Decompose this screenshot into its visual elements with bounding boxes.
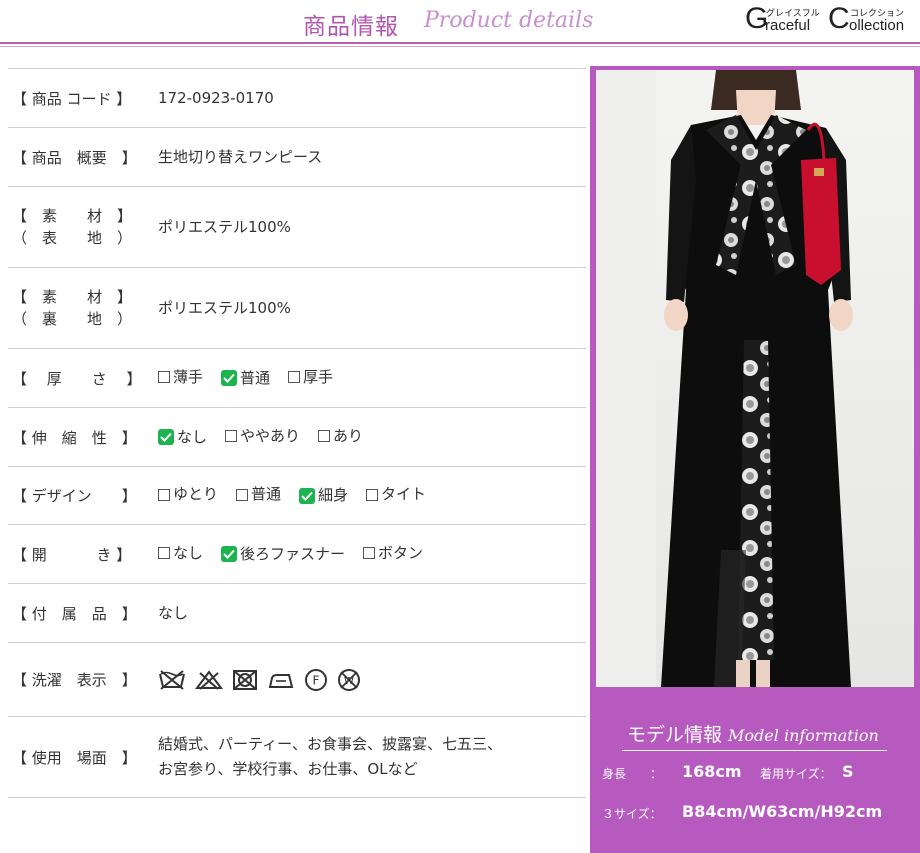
spec-value: 172-0923-0170 — [158, 88, 274, 107]
no-bleach-icon — [195, 669, 223, 690]
spec-value: ポリエステル100% — [158, 217, 291, 236]
option-group: なし 後ろファスナー ボタン — [158, 541, 441, 568]
spec-label: 【 素 材 】 （ 裏 地 ） — [12, 288, 133, 328]
option-unchecked: 普通 — [236, 482, 281, 507]
spec-row-thickness: 【 厚 さ 】 薄手 普通 厚手 — [8, 348, 586, 407]
option-label: ややあり — [240, 426, 301, 445]
option-group: なし ややあり あり — [158, 424, 381, 451]
checkmark-icon — [299, 487, 316, 504]
option-checked: 細身 — [299, 483, 348, 508]
option-unchecked: 厚手 — [288, 365, 333, 390]
option-checked: なし — [158, 425, 207, 450]
option-unchecked: 薄手 — [158, 365, 203, 390]
spec-label: 【 素 材 】 （ 表 地 ） — [12, 207, 133, 247]
spec-row-care: 【 洗濯 表示 】 F W — [8, 642, 586, 716]
spec-row-code: 【 商品 コード 】 172-0923-0170 — [8, 68, 586, 127]
spec-value: 結婚式、パーティー、お食事会、披露宴、七五三、 お宮参り、学校行事、お仕事、OL… — [158, 735, 502, 778]
spec-table: 【 商品 コード 】 172-0923-0170 【 商品 概要 】 生地切り替… — [8, 68, 586, 798]
no-wash-icon — [159, 669, 185, 690]
spec-row-summary: 【 商品 概要 】 生地切り替えワンピース — [8, 127, 586, 186]
model-dress-image — [596, 70, 914, 687]
option-label: なし — [173, 543, 204, 562]
header-divider-thin — [0, 46, 920, 47]
checkmark-icon — [158, 429, 174, 446]
no-wet-clean-icon: W — [338, 668, 360, 691]
option-checked: 普通 — [221, 366, 270, 391]
spec-value: ポリエステル100% — [158, 298, 291, 317]
height-label: 身長 ： — [602, 767, 663, 781]
spec-label: 【 厚 さ 】 — [12, 369, 142, 388]
brand-logo: G グレイスフル raceful C コレクション ollection — [745, 2, 905, 35]
option-label: 厚手 — [303, 367, 334, 386]
spec-label: 【 商品 概要 】 — [12, 148, 137, 167]
checkbox-empty-icon — [158, 371, 170, 384]
spec-row-material-outer: 【 素 材 】 （ 表 地 ） ポリエステル100% — [8, 186, 586, 267]
spec-value: 生地切り替えワンピース — [158, 147, 323, 166]
spec-label: 【 付 属 品 】 — [12, 604, 137, 623]
spec-row-opening: 【 開 き 】 なし 後ろファスナー ボタン — [8, 524, 586, 583]
size-value: S — [842, 762, 854, 781]
dry-clean-f-icon: F — [305, 668, 327, 691]
option-label: ボタン — [378, 543, 424, 562]
page-title-en: Product details — [424, 8, 594, 33]
checkbox-empty-icon — [288, 371, 301, 384]
low-iron-icon — [268, 673, 294, 688]
checkbox-empty-icon — [366, 488, 379, 501]
svg-text:F: F — [313, 673, 320, 687]
spec-label: 【 伸 縮 性 】 — [12, 428, 137, 447]
checkbox-empty-icon — [236, 488, 249, 501]
option-unchecked: あり — [318, 424, 363, 449]
checkbox-empty-icon — [318, 430, 331, 443]
spec-row-stretch: 【 伸 縮 性 】 なし ややあり あり — [8, 407, 586, 466]
option-label: 後ろファスナー — [240, 544, 346, 563]
checkbox-empty-icon — [158, 488, 170, 501]
model-info-divider — [622, 750, 887, 751]
option-checked: 後ろファスナー — [221, 542, 345, 567]
option-label: タイト — [381, 485, 427, 504]
option-unchecked: なし — [158, 541, 203, 566]
page-title: 商品情報 — [303, 14, 399, 40]
spec-row-material-lining: 【 素 材 】 （ 裏 地 ） ポリエステル100% — [8, 267, 586, 348]
option-label: 普通 — [251, 485, 282, 504]
spec-label: 【 デザイン 】 — [12, 487, 137, 505]
checkbox-empty-icon — [225, 430, 238, 443]
option-label: 細身 — [318, 486, 349, 505]
option-unchecked: タイト — [366, 482, 426, 507]
checkbox-empty-icon — [158, 547, 170, 560]
option-unchecked: ゆとり — [158, 482, 218, 507]
spec-label: 【 洗濯 表示 】 — [12, 671, 137, 689]
three-size-label: ３サイズ： — [602, 807, 662, 821]
header-divider — [0, 42, 920, 44]
no-tumble-dry-icon — [233, 669, 257, 690]
checkbox-empty-icon — [363, 547, 376, 560]
option-unchecked: ボタン — [363, 541, 423, 566]
spec-label: 【 開 き 】 — [12, 545, 132, 564]
model-panel: モデル情報 Model information 身長 ： 168cm 着用サイズ：… — [590, 66, 920, 853]
option-label: あり — [333, 426, 364, 445]
checkmark-icon — [221, 546, 238, 563]
size-label: 着用サイズ： — [760, 767, 832, 781]
option-label: ゆとり — [173, 485, 219, 504]
spec-value: なし — [158, 603, 189, 622]
product-photo — [596, 70, 914, 687]
spec-row-occasions: 【 使用 場面 】 結婚式、パーティー、お食事会、披露宴、七五三、 お宮参り、学… — [8, 716, 586, 798]
three-size-value: B84cm/W63cm/H92cm — [682, 802, 883, 821]
option-unchecked: ややあり — [225, 424, 300, 449]
option-group: 薄手 普通 厚手 — [158, 365, 351, 392]
checkmark-icon — [221, 370, 238, 387]
spec-label: 【 商品 コード 】 — [12, 89, 132, 108]
option-label: なし — [177, 427, 208, 446]
spec-row-design: 【 デザイン 】 ゆとり 普通 細身 タイト — [8, 466, 586, 524]
option-label: 普通 — [240, 368, 271, 387]
model-info-title: モデル情報 Model information — [627, 724, 879, 746]
care-icons: F W — [158, 668, 361, 692]
option-label: 薄手 — [173, 367, 204, 386]
spec-row-accessories: 【 付 属 品 】 なし — [8, 583, 586, 642]
spec-label: 【 使用 場面 】 — [12, 748, 137, 767]
height-value: 168cm — [682, 762, 742, 781]
option-group: ゆとり 普通 細身 タイト — [158, 482, 444, 509]
